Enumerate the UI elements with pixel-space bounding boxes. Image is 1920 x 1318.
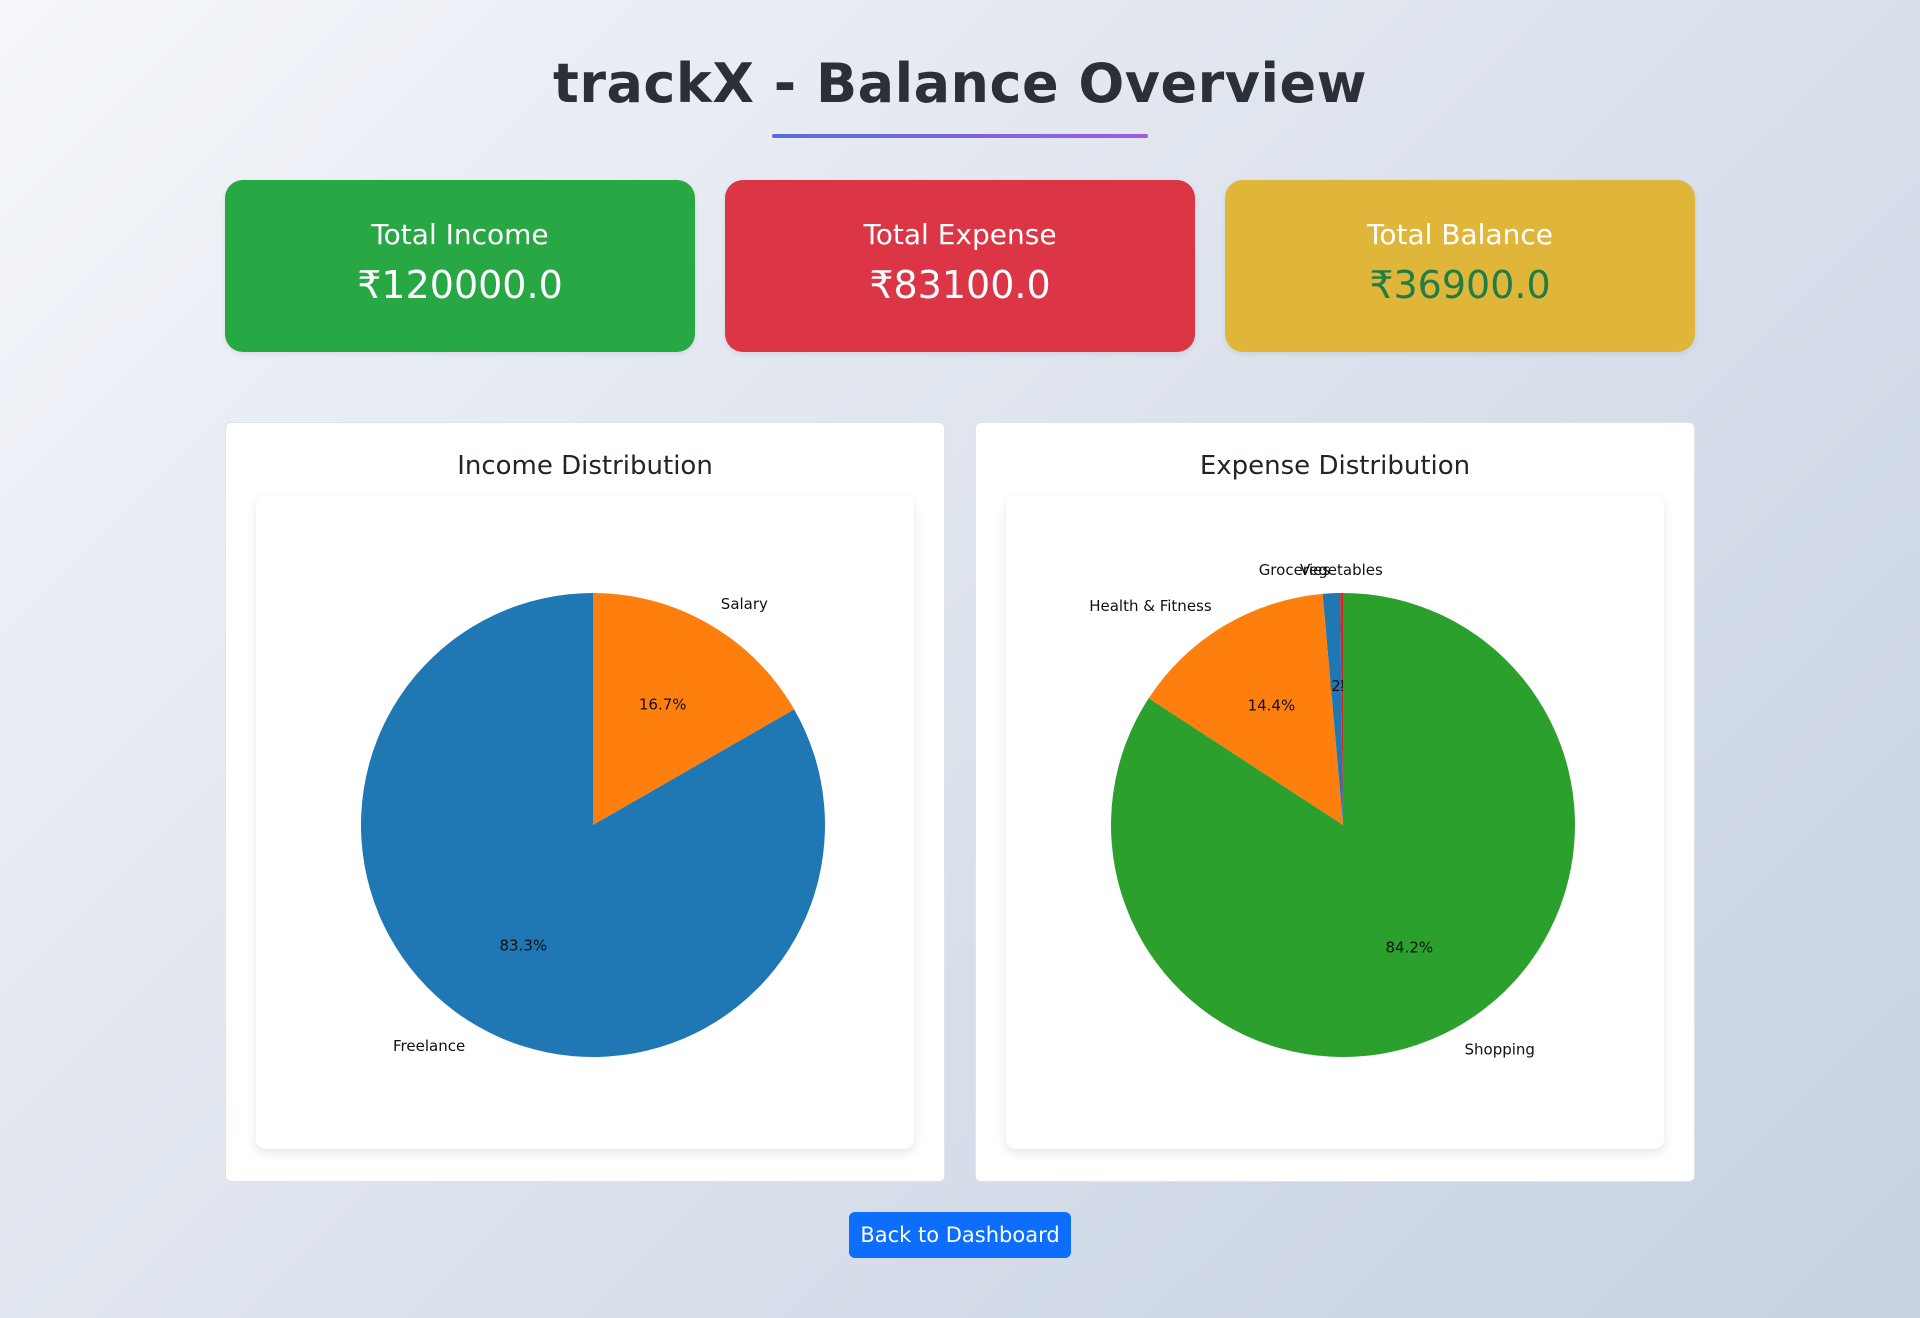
income-pie-chart: 16.7% Salary 83.3% Freelance (361, 593, 826, 1057)
pie-0-freelance-pct-label: 83.3% (499, 937, 547, 955)
expense-chart-container: 0.2% Vegetables 1.2% Groceries 14.4% Health &… (1006, 495, 1664, 1149)
expense-chart-title: Expense Distribution (1199, 451, 1471, 481)
title-underline (772, 134, 1148, 138)
page-title: trackX - Balance Overview (553, 52, 1367, 115)
pie-1-shopping-category-label: Shopping (1465, 1040, 1535, 1058)
pie-0-salary-pct-label: 16.7% (639, 696, 687, 714)
pie-0-salary-category-label: Salary (721, 595, 768, 613)
total-expense-label: Total Expense (863, 218, 1057, 251)
income-chart-title: Income Distribution (457, 451, 713, 481)
expense-pie-chart: 0.2%Vegetables1.2%Groceries14.4%Health &… (1089, 561, 1575, 1058)
total-balance-label: Total Balance (1367, 218, 1553, 251)
back-to-dashboard-button[interactable]: Back to Dashboard (849, 1212, 1071, 1258)
pie-0-freelance-category-label: Freelance (393, 1037, 465, 1055)
total-income-card: Total Income ₹120000.0 (225, 180, 695, 352)
total-expense-card: Total Expense ₹83100.0 (725, 180, 1195, 352)
income-chart-container: 16.7% Salary 83.3% Freelance (256, 495, 914, 1149)
total-balance-card: Total Balance ₹36900.0 (1225, 180, 1695, 352)
total-balance-value: ₹36900.0 (1369, 263, 1551, 307)
total-income-value: ₹120000.0 (357, 263, 563, 307)
total-income-label: Total Income (371, 218, 549, 251)
pie-1-groceries-category-label: Groceries (1259, 561, 1331, 579)
pie-1-health-fitness-pct-label: 14.4% (1248, 697, 1296, 715)
income-distribution-panel: Income Distribution 16.7% Salary 83.3% Free… (225, 422, 945, 1182)
total-expense-value: ₹83100.0 (869, 263, 1051, 307)
pie-1-health-fitness-category-label: Health & Fitness (1089, 597, 1212, 615)
pie-1-shopping-pct-label: 84.2% (1385, 938, 1433, 956)
expense-distribution-panel: Expense Distribution 0.2% Vegetables 1.2% G… (975, 422, 1695, 1182)
